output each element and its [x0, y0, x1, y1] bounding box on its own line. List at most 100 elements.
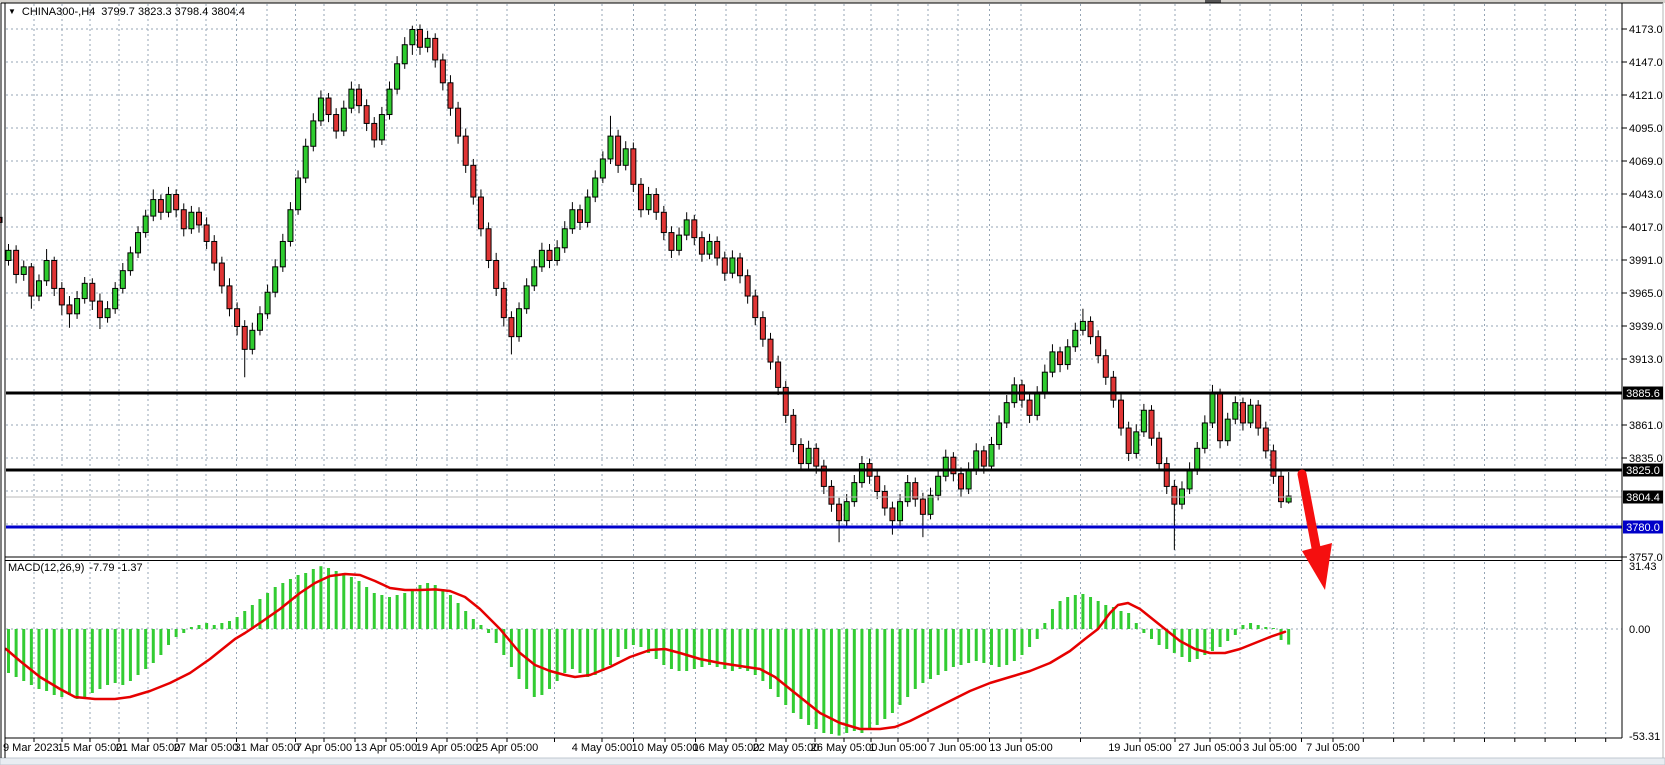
candle-down	[753, 296, 758, 318]
candle-up	[21, 267, 26, 275]
candle-up	[265, 292, 270, 314]
candle-up	[600, 159, 605, 178]
candle-down	[798, 445, 803, 464]
price-badge-label: 3780.0	[1626, 522, 1660, 534]
candle-down	[631, 149, 636, 185]
candle-up	[1134, 432, 1139, 454]
candle-down	[578, 210, 583, 223]
candle-down	[433, 38, 438, 60]
candle-down	[29, 267, 34, 296]
candle-down	[638, 184, 643, 209]
candle-down	[959, 474, 964, 489]
candle-up	[250, 330, 255, 349]
candle-down	[1240, 403, 1245, 423]
candle-down	[212, 241, 217, 263]
candle-up	[82, 283, 87, 298]
candle-down	[90, 283, 95, 301]
candle-down	[760, 318, 765, 340]
candle-down	[448, 83, 453, 108]
candle-down	[829, 486, 834, 504]
candle-up	[1141, 410, 1146, 432]
candle-down	[440, 60, 445, 83]
candle-up	[166, 194, 171, 212]
candle-up	[997, 423, 1002, 445]
candle-down	[776, 362, 781, 387]
candle-down	[326, 98, 331, 114]
candle-up	[341, 108, 346, 131]
candle-up	[113, 288, 118, 308]
candle-up	[806, 448, 811, 463]
candle-down	[661, 212, 666, 232]
time-tick-label: 15 Mar 05:00	[58, 742, 123, 754]
price-axis[interactable]: 4173.04147.04121.04095.04069.04043.04017…	[1622, 24, 1663, 743]
time-tick-label: 26 May 05:00	[811, 742, 878, 754]
candle-up	[105, 309, 110, 318]
candle-up	[1210, 394, 1215, 423]
candle-up	[1035, 394, 1040, 416]
price-tick-label: 4017.0	[1629, 222, 1663, 234]
macd-scale-label: 0.00	[1629, 624, 1650, 636]
candle-down	[463, 136, 468, 165]
candle-up	[1004, 403, 1009, 423]
candle-down	[357, 89, 362, 105]
candle-down	[181, 210, 186, 229]
candle-down	[486, 229, 491, 261]
candle-down	[372, 123, 377, 139]
candle-down	[745, 276, 750, 296]
candle-down	[417, 30, 422, 48]
candle-down	[814, 448, 819, 466]
symbol-dropdown-icon[interactable]: ▼	[8, 7, 16, 17]
candle-up	[1233, 403, 1238, 419]
chart-canvas[interactable]: 4173.04147.04121.04095.04069.04043.04017…	[0, 0, 1665, 765]
price-tick-label: 4173.0	[1629, 24, 1663, 36]
time-tick-label: 27 Mar 05:00	[174, 742, 239, 754]
candle-down	[501, 288, 506, 317]
price-tick-label: 4095.0	[1629, 123, 1663, 135]
price-tick-label: 3939.0	[1629, 321, 1663, 333]
time-axis[interactable]: 9 Mar 202315 Mar 05:0021 Mar 05:0027 Mar…	[3, 738, 1606, 754]
candle-up	[570, 210, 575, 229]
candle-up	[318, 98, 323, 121]
macd-values: -7.79 -1.37	[89, 562, 142, 574]
candle-down	[920, 499, 925, 514]
candle-down	[768, 339, 773, 362]
candle-up	[75, 299, 80, 314]
candle-down	[235, 309, 240, 327]
candle-up	[151, 200, 156, 216]
candle-down	[204, 225, 209, 241]
candle-up	[36, 281, 41, 296]
time-tick-label: 22 May 05:00	[753, 742, 820, 754]
candle-up	[1187, 470, 1192, 489]
price-badge-label: 3825.0	[1626, 465, 1660, 477]
candle-up	[646, 194, 651, 209]
candle-up	[555, 248, 560, 261]
candle-up	[936, 476, 941, 495]
candle-up	[1073, 330, 1078, 346]
candle-down	[1164, 464, 1169, 487]
candle-down	[738, 258, 743, 276]
candle-down	[67, 305, 72, 314]
candle-up	[844, 502, 849, 521]
time-tick-label: 9 Mar 2023	[3, 742, 59, 754]
candle-down	[882, 491, 887, 507]
candle-down	[494, 260, 499, 288]
candle-down	[456, 108, 461, 136]
candle-up	[1225, 419, 1230, 441]
candle-up	[6, 250, 11, 260]
candle-down	[875, 476, 880, 491]
gridlines	[6, 4, 1622, 737]
candle-up	[684, 220, 689, 235]
time-tick-label: 7 Jul 05:00	[1306, 742, 1360, 754]
candle-down	[52, 260, 57, 288]
time-tick-label: 21 Mar 05:00	[116, 742, 181, 754]
candle-down	[654, 194, 659, 212]
price-tick-label: 3913.0	[1629, 354, 1663, 366]
candle-up	[1248, 405, 1253, 423]
candle-up	[288, 210, 293, 242]
candle-down	[509, 318, 514, 337]
time-tick-label: 1 Jun 05:00	[869, 742, 927, 754]
candle-down	[837, 504, 842, 520]
bottom-strip[interactable]	[0, 758, 1665, 765]
candle-down	[242, 326, 247, 349]
candle-up	[585, 197, 590, 222]
